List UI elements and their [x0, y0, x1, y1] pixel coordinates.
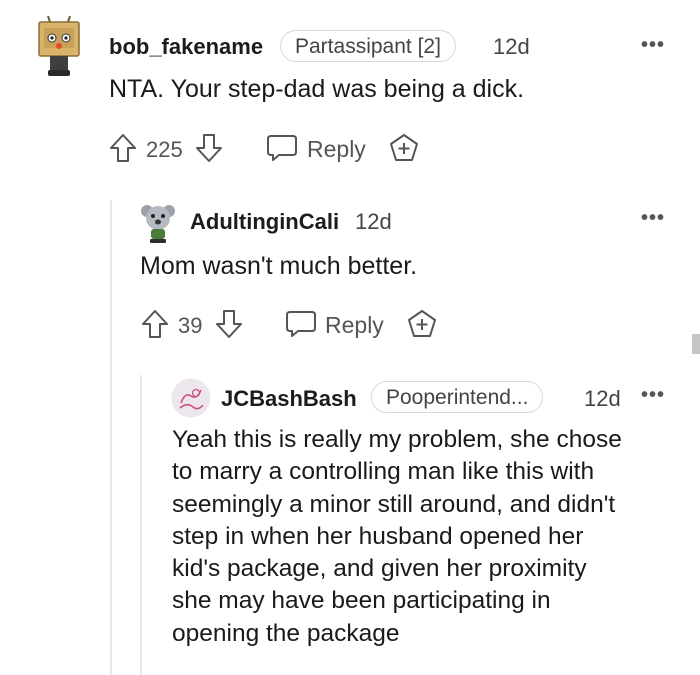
upvote-icon[interactable]	[108, 132, 138, 164]
comment-author[interactable]: JCBashBash	[221, 386, 357, 412]
downvote-icon[interactable]	[214, 308, 244, 340]
user-flair: Partassipant [2]	[280, 30, 456, 62]
comment-timestamp[interactable]: 12d	[355, 209, 392, 235]
more-options-icon[interactable]: •••	[641, 207, 665, 230]
user-avatar-adultingincali[interactable]	[140, 202, 176, 244]
more-options-icon[interactable]: •••	[641, 384, 665, 407]
vote-count: 39	[178, 313, 203, 338]
reply-bubble-icon[interactable]	[265, 133, 299, 163]
reply-button[interactable]: Reply	[307, 136, 366, 163]
reply-bubble-icon[interactable]	[284, 309, 318, 339]
user-avatar-bob-fakename[interactable]	[36, 16, 82, 78]
comment-body: Mom wasn't much better.	[140, 252, 418, 280]
user-avatar-jcbashbash[interactable]	[171, 378, 211, 418]
thread-line-level2[interactable]	[140, 375, 142, 675]
comment-body: NTA. Your step-dad was being a dick.	[109, 75, 525, 103]
comment-author[interactable]: AdultinginCali	[190, 209, 339, 235]
vote-count: 225	[146, 137, 183, 162]
award-add-icon[interactable]	[406, 308, 438, 340]
user-flair: Pooperintend...	[371, 381, 544, 413]
award-add-icon[interactable]	[388, 132, 420, 164]
scrollbar-thumb[interactable]	[692, 334, 700, 354]
comment-body: Yeah this is really my problem, she chos…	[172, 426, 622, 647]
comment-timestamp[interactable]: 12d	[584, 386, 621, 412]
more-options-icon[interactable]: •••	[641, 34, 665, 57]
upvote-icon[interactable]	[140, 308, 170, 340]
reply-button[interactable]: Reply	[325, 312, 384, 339]
downvote-icon[interactable]	[194, 132, 224, 164]
comment-timestamp[interactable]: 12d	[493, 34, 530, 60]
comment-author[interactable]: bob_fakename	[109, 34, 263, 60]
thread-line-level1[interactable]	[110, 200, 112, 675]
